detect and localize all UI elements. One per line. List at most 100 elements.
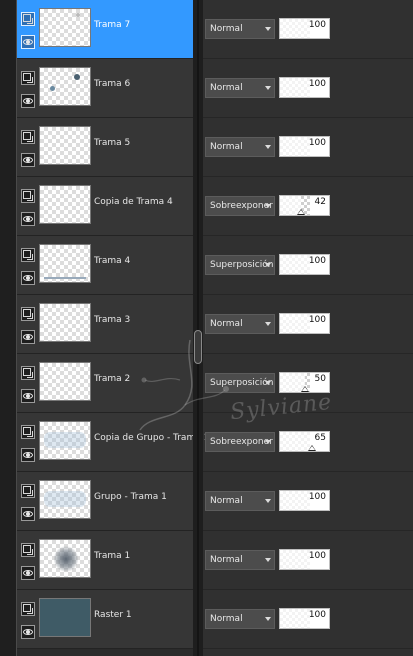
- layer-group-icon[interactable]: [21, 12, 35, 26]
- layer-thumbnail: [39, 598, 91, 637]
- opacity-value: 100: [308, 138, 326, 148]
- layer-properties: Normal 100: [203, 59, 413, 118]
- layer-name: Trama 5: [94, 138, 131, 148]
- chevron-down-icon: [265, 558, 271, 562]
- blend-mode-label: Superposición: [210, 260, 274, 270]
- layer-row[interactable]: Copia de Trama 4 Sobreexponer 42: [17, 177, 413, 236]
- chevron-down-icon: [265, 381, 271, 385]
- left-strip: [0, 0, 17, 656]
- layer-row[interactable]: Trama 1 Normal 100: [17, 531, 413, 590]
- layer-row[interactable]: Grupo - Trama 1 Normal 100: [17, 472, 413, 531]
- blend-mode-dropdown[interactable]: Normal: [205, 609, 275, 629]
- layer-group-icon[interactable]: [21, 543, 35, 557]
- watermark-ornament: [139, 339, 229, 431]
- layer-row[interactable]: Raster 1 Normal 100: [17, 590, 413, 649]
- opacity-value: 100: [308, 256, 326, 266]
- opacity-slider[interactable]: 100: [279, 18, 330, 39]
- layer-group-icon[interactable]: [21, 71, 35, 85]
- layer-row[interactable]: Trama 4 Superposición 100: [17, 236, 413, 295]
- layer-properties: Normal 100: [203, 590, 413, 649]
- visibility-eye-icon[interactable]: [21, 625, 35, 639]
- blend-mode-label: Normal: [210, 142, 243, 152]
- layer-properties: Superposición 100: [203, 236, 413, 295]
- layer-name-area[interactable]: Trama 4: [17, 236, 193, 295]
- opacity-value: 42: [314, 197, 326, 207]
- opacity-slider[interactable]: 100: [279, 608, 330, 629]
- opacity-value: 100: [308, 79, 326, 89]
- opacity-marker[interactable]: [297, 209, 305, 215]
- blend-mode-dropdown[interactable]: Normal: [205, 314, 275, 334]
- chevron-down-icon: [265, 263, 271, 267]
- visibility-eye-icon[interactable]: [21, 271, 35, 285]
- blend-mode-label: Normal: [210, 496, 243, 506]
- visibility-eye-icon[interactable]: [21, 153, 35, 167]
- opacity-value: 100: [308, 551, 326, 561]
- opacity-slider[interactable]: 100: [279, 490, 330, 511]
- chevron-down-icon: [265, 617, 271, 621]
- visibility-eye-icon[interactable]: [21, 566, 35, 580]
- opacity-marker[interactable]: [308, 445, 316, 451]
- layers-panel: Trama 7 Normal 100 Trama 6 Normal 100 Trama 5 N…: [0, 0, 413, 656]
- chevron-down-icon: [265, 322, 271, 326]
- chevron-down-icon: [265, 27, 271, 31]
- opacity-slider[interactable]: 100: [279, 254, 330, 275]
- layer-name-area[interactable]: Trama 6: [17, 59, 193, 118]
- blend-mode-dropdown[interactable]: Normal: [205, 19, 275, 39]
- opacity-slider[interactable]: 100: [279, 313, 330, 334]
- layer-name: Trama 6: [94, 79, 131, 89]
- opacity-slider[interactable]: 100: [279, 136, 330, 157]
- visibility-eye-icon[interactable]: [21, 389, 35, 403]
- layer-group-icon[interactable]: [21, 130, 35, 144]
- opacity-value: 100: [308, 492, 326, 502]
- layer-row[interactable]: Trama 5 Normal 100: [17, 118, 413, 177]
- opacity-slider[interactable]: 100: [279, 549, 330, 570]
- chevron-down-icon: [265, 145, 271, 149]
- opacity-slider[interactable]: 100: [279, 77, 330, 98]
- blend-mode-dropdown[interactable]: Normal: [205, 491, 275, 511]
- panel-splitter[interactable]: [193, 0, 203, 656]
- layer-properties: Normal 100: [203, 0, 413, 59]
- visibility-eye-icon[interactable]: [21, 212, 35, 226]
- opacity-slider[interactable]: 65: [279, 431, 330, 452]
- visibility-eye-icon[interactable]: [21, 94, 35, 108]
- layer-group-icon[interactable]: [21, 602, 35, 616]
- blend-mode-dropdown[interactable]: Sobreexponer: [205, 196, 275, 216]
- layer-name-area[interactable]: Trama 7: [17, 0, 193, 59]
- layer-thumbnail: [39, 244, 91, 283]
- layer-group-icon[interactable]: [21, 189, 35, 203]
- layer-name-area[interactable]: Grupo - Trama 1: [17, 472, 193, 531]
- blend-mode-label: Normal: [210, 24, 243, 34]
- layer-properties: Normal 100: [203, 531, 413, 590]
- layer-thumbnail: [39, 480, 91, 519]
- layer-name-area[interactable]: Trama 5: [17, 118, 193, 177]
- blend-mode-dropdown[interactable]: Normal: [205, 550, 275, 570]
- layer-name-area[interactable]: Raster 1: [17, 590, 193, 649]
- layer-group-icon[interactable]: [21, 484, 35, 498]
- layer-name-area[interactable]: Copia de Trama 4: [17, 177, 193, 236]
- layer-properties: Normal 100: [203, 118, 413, 177]
- layer-thumbnail: [39, 126, 91, 165]
- blend-mode-dropdown[interactable]: Superposición: [205, 255, 275, 275]
- layer-name: Copia de Trama 4: [94, 197, 173, 207]
- layer-group-icon[interactable]: [21, 307, 35, 321]
- visibility-eye-icon[interactable]: [21, 330, 35, 344]
- blend-mode-dropdown[interactable]: Normal: [205, 78, 275, 98]
- blend-mode-dropdown[interactable]: Normal: [205, 137, 275, 157]
- layer-group-icon[interactable]: [21, 366, 35, 380]
- visibility-eye-icon[interactable]: [21, 507, 35, 521]
- chevron-down-icon: [265, 204, 271, 208]
- opacity-slider[interactable]: 42: [279, 195, 330, 216]
- blend-mode-label: Normal: [210, 319, 243, 329]
- layer-name: Trama 1: [94, 551, 131, 561]
- layer-group-icon[interactable]: [21, 248, 35, 262]
- layer-row[interactable]: Trama 7 Normal 100: [17, 0, 413, 59]
- layer-name: Trama 7: [94, 20, 131, 30]
- layer-row[interactable]: Trama 6 Normal 100: [17, 59, 413, 118]
- layer-thumbnail: [39, 362, 91, 401]
- visibility-eye-icon[interactable]: [21, 448, 35, 462]
- visibility-eye-icon[interactable]: [21, 35, 35, 49]
- layer-thumbnail: [39, 185, 91, 224]
- layer-group-icon[interactable]: [21, 425, 35, 439]
- layer-name-area[interactable]: Trama 1: [17, 531, 193, 590]
- layer-name: Trama 3: [94, 315, 131, 325]
